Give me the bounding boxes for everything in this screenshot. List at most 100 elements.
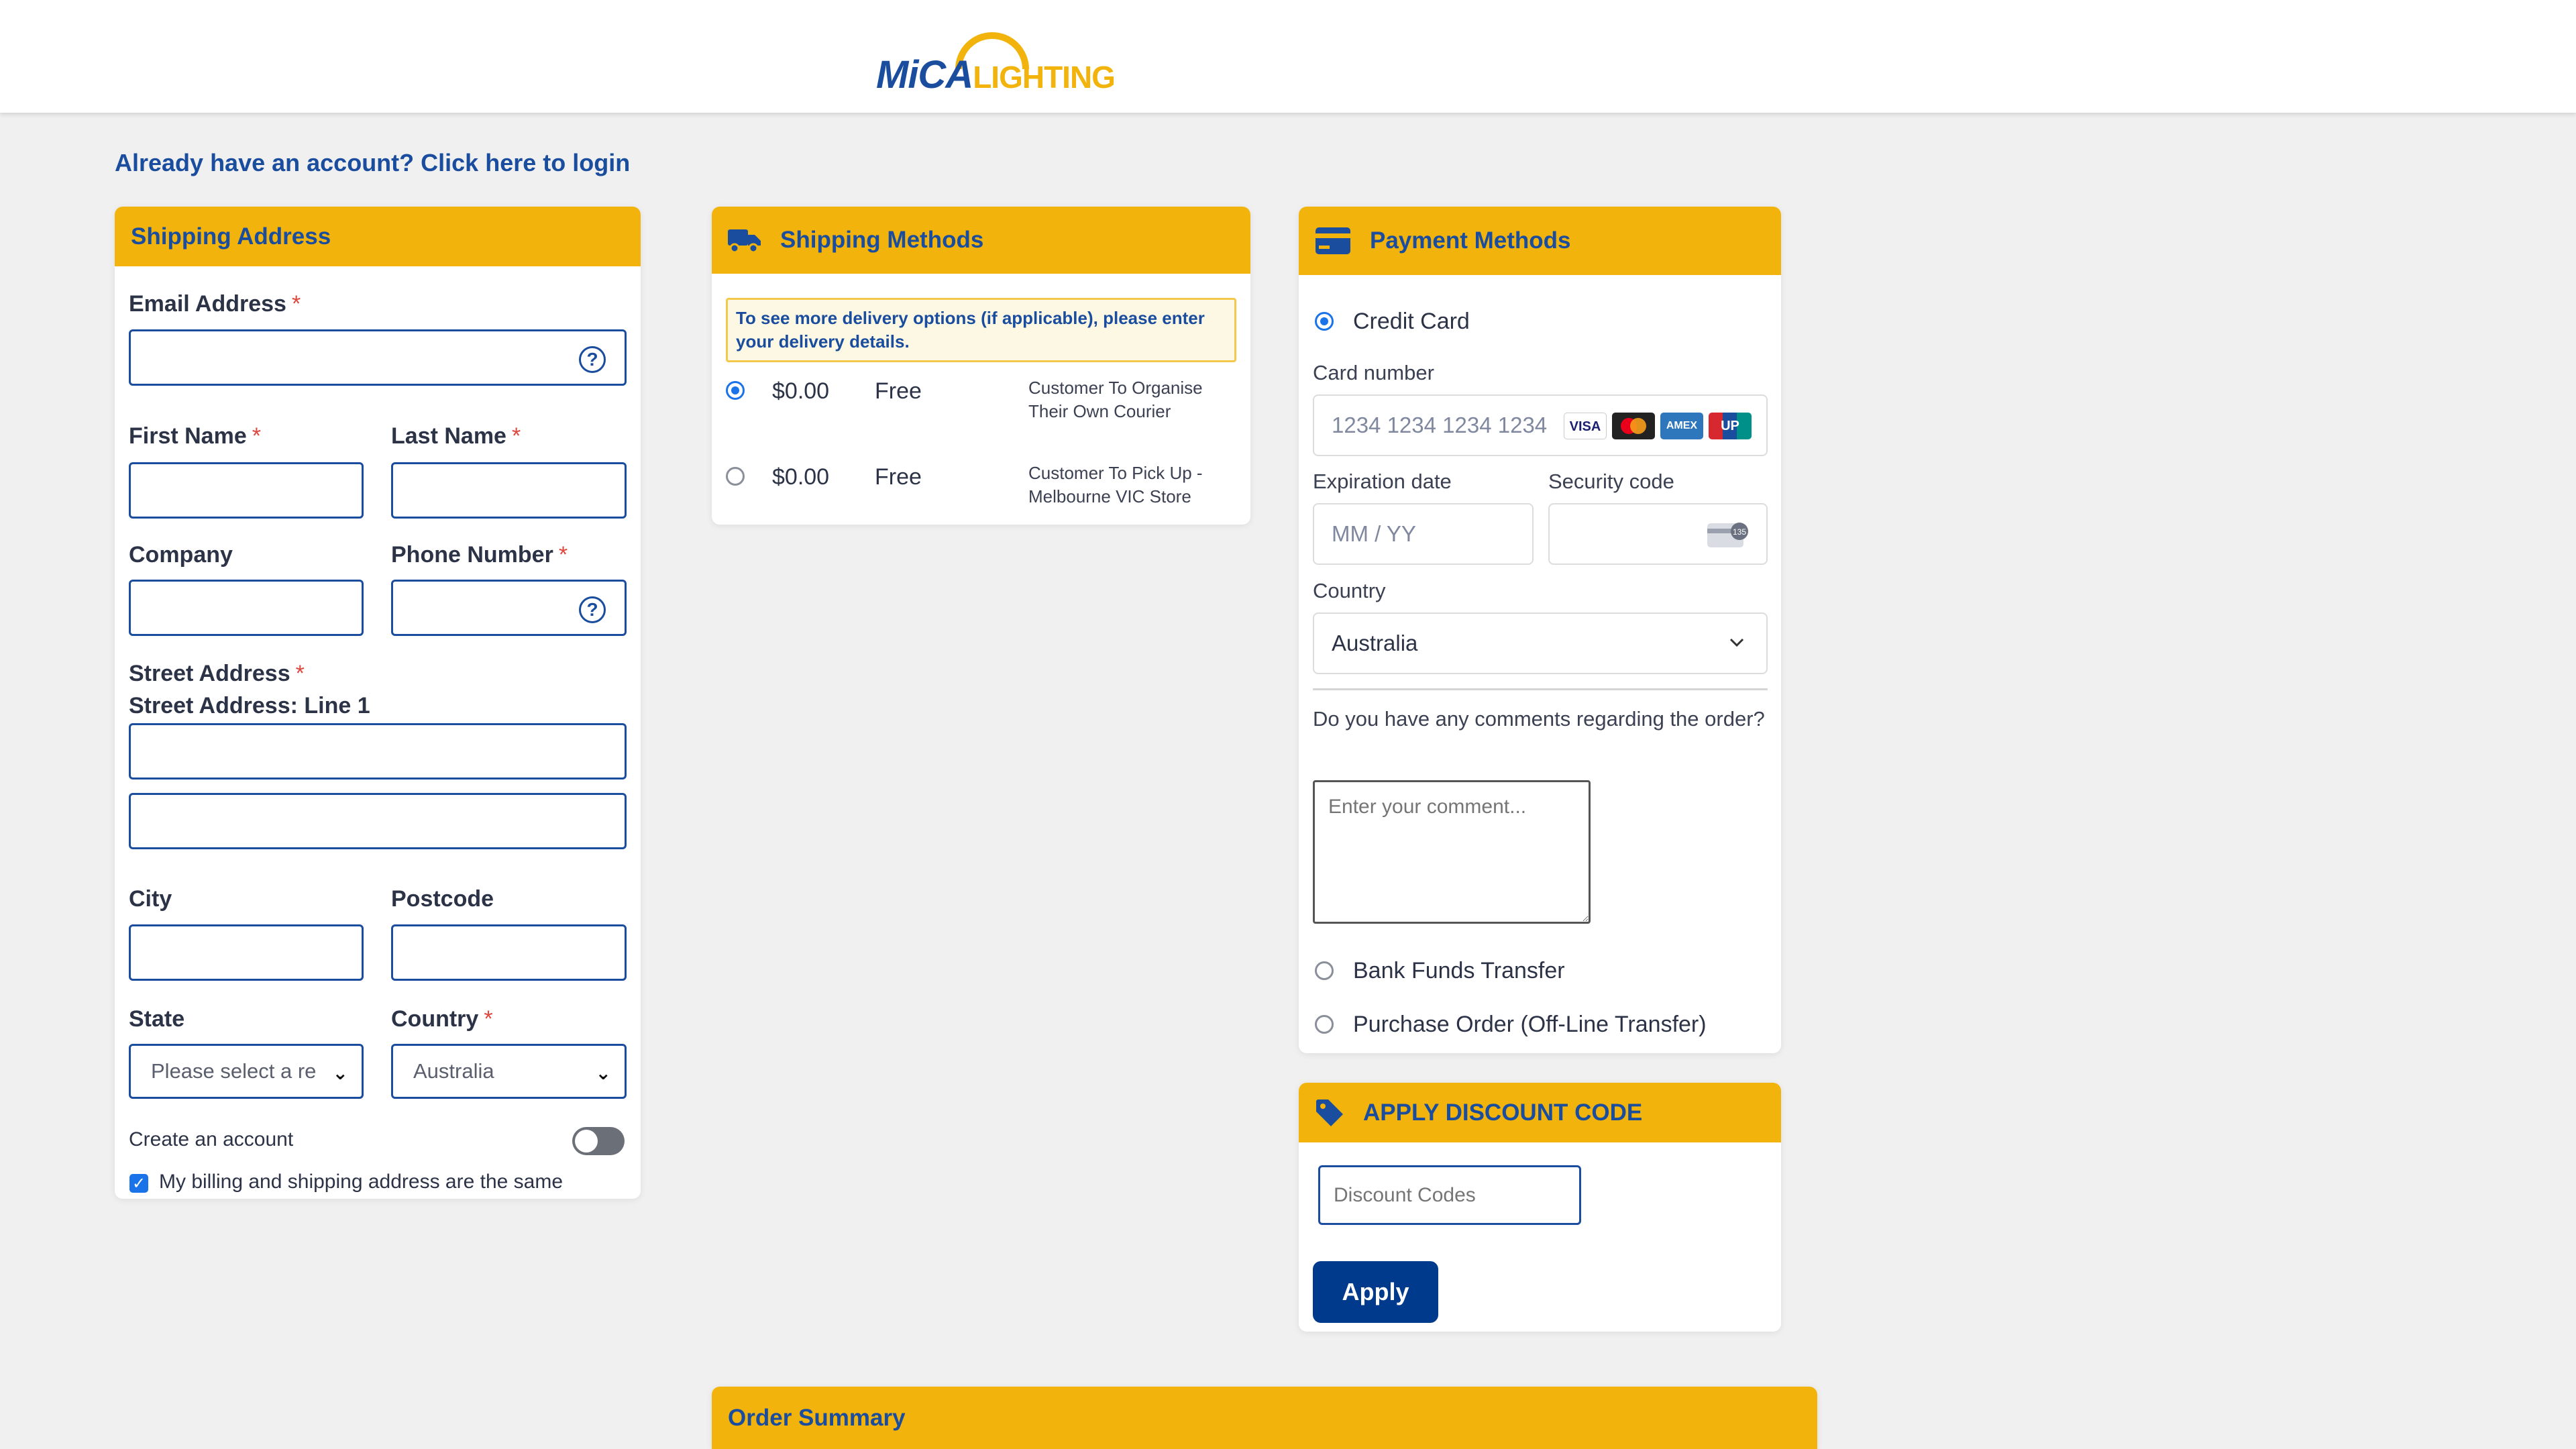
postcode-label: Postcode (391, 886, 494, 912)
credit-card-radio[interactable] (1315, 312, 1334, 331)
payment-methods-card: Payment Methods Credit Card Card number … (1299, 207, 1781, 1053)
shipping-option-radio[interactable] (726, 381, 745, 400)
discount-header: APPLY DISCOUNT CODE (1299, 1083, 1781, 1142)
shipping-option-label: Free (875, 378, 922, 404)
unionpay-icon: UP (1709, 413, 1752, 440)
shipping-methods-card: Shipping Methods To see more delivery op… (712, 207, 1250, 525)
chevron-down-icon: ⌄ (595, 1063, 611, 1083)
help-icon[interactable]: ? (579, 346, 606, 373)
comments-textarea[interactable] (1313, 780, 1591, 924)
payment-country-label: Country (1313, 579, 1386, 602)
shipping-methods-header: Shipping Methods (712, 207, 1250, 274)
shipping-option-label: Free (875, 464, 922, 490)
visa-icon: VISA (1564, 413, 1607, 440)
security-code-label: Security code (1548, 470, 1674, 493)
shipping-address-title: Shipping Address (131, 223, 331, 250)
shipping-address-card: Shipping Address Email Address * ? First … (115, 207, 641, 1199)
state-label: State (129, 1006, 185, 1032)
toggle-knob (575, 1130, 598, 1152)
postcode-field[interactable] (391, 924, 627, 981)
create-account-toggle[interactable] (572, 1127, 625, 1155)
discount-title: APPLY DISCOUNT CODE (1363, 1099, 1643, 1126)
last-name-label: Last Name * (391, 423, 521, 449)
truck-icon (728, 227, 761, 254)
apply-discount-button[interactable]: Apply (1313, 1261, 1438, 1323)
credit-card-icon (1315, 227, 1351, 255)
street-line1-label: Street Address: Line 1 (129, 693, 370, 718)
city-field[interactable] (129, 924, 364, 981)
shipping-option-price: $0.00 (772, 464, 830, 490)
required-mark: * (252, 423, 261, 449)
street-line1-field[interactable] (129, 723, 627, 780)
comments-label: Do you have any comments regarding the o… (1313, 707, 1765, 731)
mastercard-icon (1612, 413, 1655, 440)
purchase-order-radio[interactable] (1315, 1015, 1334, 1034)
shipping-address-header: Shipping Address (115, 207, 641, 266)
login-link[interactable]: Already have an account? Click here to l… (115, 149, 630, 177)
state-select-value: Please select a re (151, 1059, 317, 1083)
delivery-notice: To see more delivery options (if applica… (726, 298, 1236, 362)
email-field[interactable]: ? (129, 329, 627, 386)
phone-field[interactable]: ? (391, 580, 627, 636)
same-address-checkbox[interactable]: ✓ (129, 1174, 148, 1193)
amex-icon: AMEX (1660, 413, 1703, 440)
expiration-field[interactable]: MM / YY (1313, 503, 1534, 565)
shipping-option-radio[interactable] (726, 467, 745, 486)
phone-label: Phone Number * (391, 542, 568, 568)
card-brands: VISA AMEX UP (1558, 412, 1752, 440)
card-number-placeholder: 1234 1234 1234 1234 (1332, 413, 1548, 437)
mica-lighting-logo[interactable]: MiCALIGHTING (876, 32, 1131, 97)
shipping-option-description: Customer To Organise Their Own Courier (1028, 378, 1203, 421)
required-mark: * (295, 661, 305, 686)
discount-code-input[interactable] (1318, 1165, 1581, 1225)
purchase-order-label: Purchase Order (Off-Line Transfer) (1353, 1012, 1707, 1037)
payment-country-select[interactable]: Australia (1313, 612, 1768, 674)
credit-card-label: Credit Card (1353, 309, 1470, 334)
shipping-methods-title: Shipping Methods (780, 227, 984, 253)
country-select[interactable]: Australia ⌄ (391, 1044, 627, 1099)
required-mark: * (511, 423, 521, 449)
expiration-placeholder: MM / YY (1332, 521, 1416, 546)
help-icon[interactable]: ? (579, 596, 606, 623)
chevron-down-icon: ⌄ (332, 1063, 348, 1083)
logo-primary-text: MiCA (876, 53, 973, 97)
street-line2-field[interactable] (129, 793, 627, 849)
logo-secondary-text: LIGHTING (973, 60, 1116, 95)
order-summary-header: Order Summary (712, 1387, 1817, 1449)
card-number-label: Card number (1313, 361, 1434, 384)
discount-card: APPLY DISCOUNT CODE Apply (1299, 1083, 1781, 1332)
bank-transfer-label: Bank Funds Transfer (1353, 958, 1565, 983)
company-label: Company (129, 542, 233, 568)
required-mark: * (291, 291, 301, 317)
state-select[interactable]: Please select a re ⌄ (129, 1044, 364, 1099)
first-name-field[interactable] (129, 462, 364, 519)
create-account-label: Create an account (129, 1128, 294, 1150)
payment-country-value: Australia (1332, 631, 1418, 655)
order-summary-title: Order Summary (728, 1404, 906, 1431)
street-address-label: Street Address * (129, 661, 305, 686)
required-mark: * (558, 542, 568, 568)
order-summary-card: Order Summary (712, 1387, 1817, 1449)
payment-methods-title: Payment Methods (1370, 227, 1571, 254)
cvc-card-icon: 135 (1706, 521, 1749, 555)
expiration-label: Expiration date (1313, 470, 1452, 493)
last-name-field[interactable] (391, 462, 627, 519)
required-mark: * (484, 1006, 493, 1032)
divider (1313, 688, 1768, 690)
city-label: City (129, 886, 172, 912)
card-number-field[interactable]: 1234 1234 1234 1234 VISA AMEX UP (1313, 394, 1768, 456)
bank-transfer-radio[interactable] (1315, 961, 1334, 980)
shipping-option-price: $0.00 (772, 378, 830, 404)
shipping-option-description: Customer To Pick Up - Melbourne VIC Stor… (1028, 463, 1203, 506)
email-label: Email Address * (129, 291, 301, 317)
first-name-label: First Name * (129, 423, 261, 449)
payment-methods-header: Payment Methods (1299, 207, 1781, 275)
country-label: Country * (391, 1006, 493, 1032)
tag-icon (1315, 1098, 1344, 1128)
security-code-field[interactable]: 135 (1548, 503, 1768, 565)
company-field[interactable] (129, 580, 364, 636)
country-select-value: Australia (413, 1059, 494, 1083)
svg-text:135: 135 (1733, 527, 1746, 537)
same-address-label: My billing and shipping address are the … (159, 1171, 564, 1193)
chevron-down-icon (1727, 631, 1746, 657)
